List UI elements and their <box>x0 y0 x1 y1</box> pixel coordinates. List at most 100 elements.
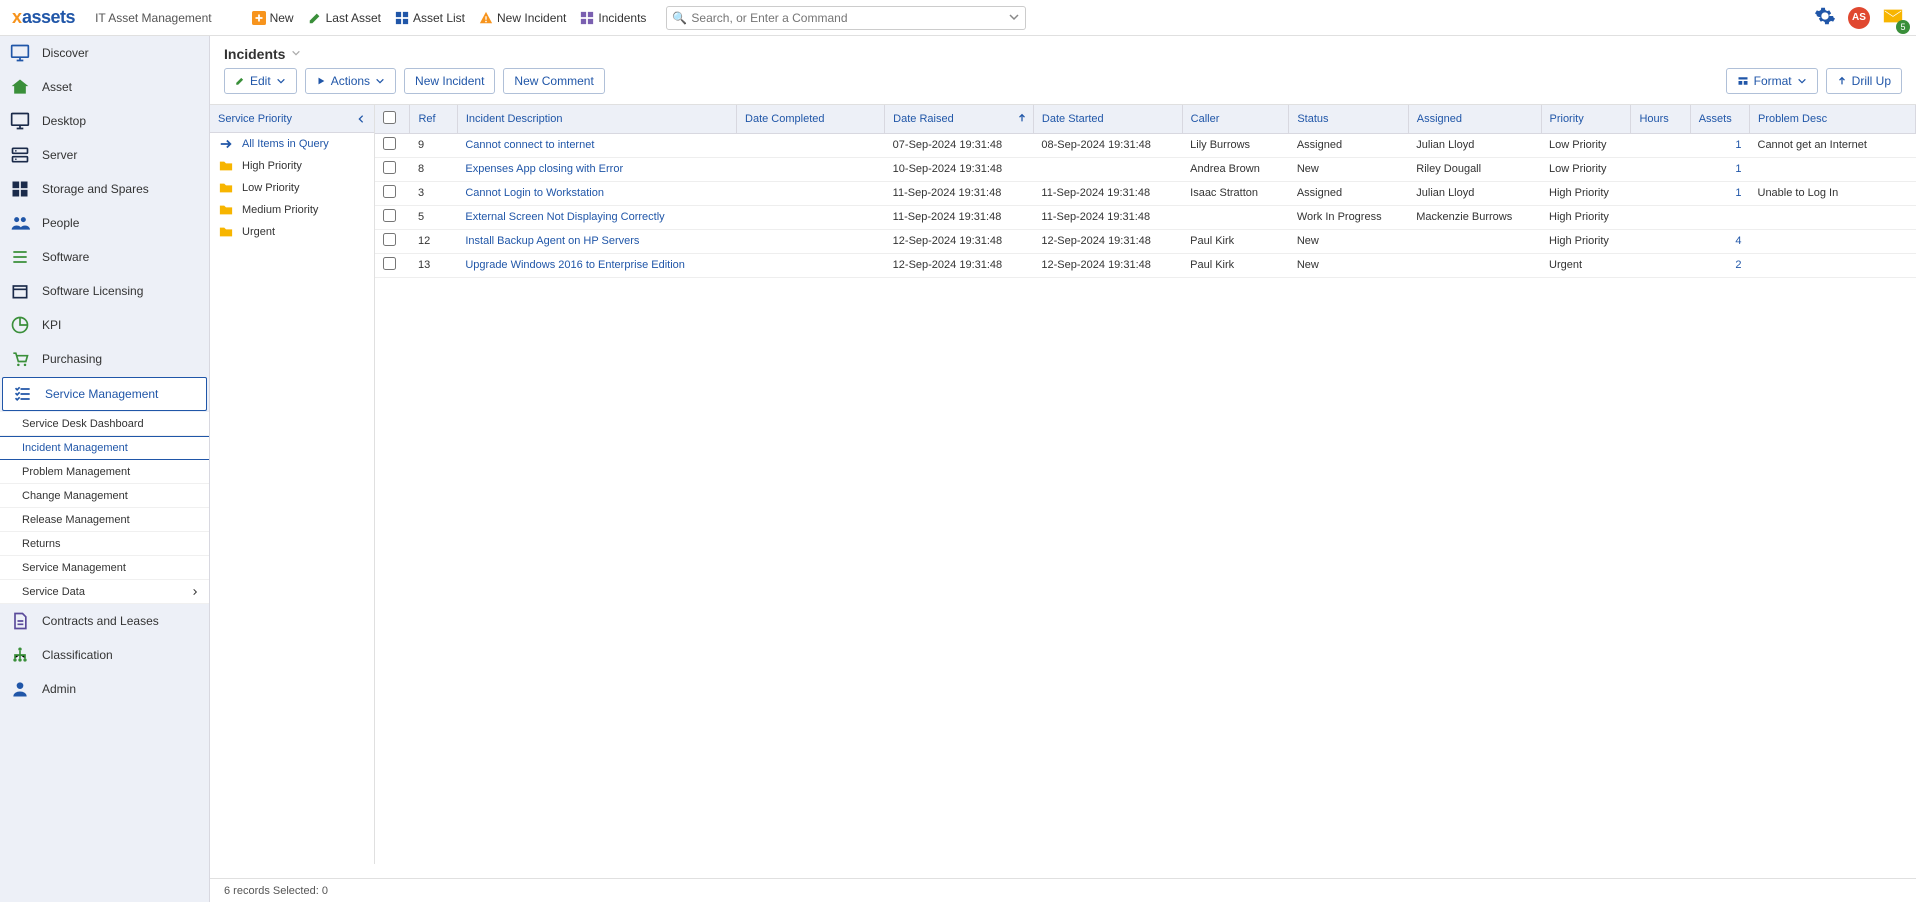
format-button[interactable]: Format <box>1726 68 1818 94</box>
avatar[interactable]: AS <box>1848 7 1870 29</box>
top-action-last-asset[interactable]: Last Asset <box>308 11 381 25</box>
collapse-icon[interactable] <box>356 114 366 124</box>
actions-button[interactable]: Actions <box>305 68 396 94</box>
row-checkbox[interactable] <box>383 209 396 222</box>
cell-description-link[interactable]: Upgrade Windows 2016 to Enterprise Editi… <box>465 259 685 271</box>
sidebar-item-software-licensing[interactable]: Software Licensing <box>0 274 209 308</box>
filter-item-low-priority[interactable]: Low Priority <box>210 177 374 199</box>
column-header-priority[interactable]: Priority <box>1541 105 1631 133</box>
sidebar-sub-problem-management[interactable]: Problem Management <box>0 460 209 484</box>
gear-icon[interactable] <box>1814 5 1836 30</box>
sidebar-item-software[interactable]: Software <box>0 240 209 274</box>
column-header-date-completed[interactable]: Date Completed <box>737 105 885 133</box>
sidebar-sub-service-management[interactable]: Service Management <box>0 556 209 580</box>
filter-header[interactable]: Service Priority <box>210 105 374 133</box>
boxes-icon <box>10 179 30 199</box>
row-checkbox[interactable] <box>383 137 396 150</box>
table-row[interactable]: 12 Install Backup Agent on HP Servers 12… <box>375 229 1916 253</box>
edit-button[interactable]: Edit <box>224 68 297 94</box>
new-comment-button[interactable]: New Comment <box>503 68 604 94</box>
sidebar-sub-release-management[interactable]: Release Management <box>0 508 209 532</box>
column-header-status[interactable]: Status <box>1289 105 1408 133</box>
folder-icon <box>218 203 234 217</box>
cell-completed <box>737 253 885 277</box>
row-checkbox[interactable] <box>383 233 396 246</box>
column-header-hours[interactable]: Hours <box>1631 105 1690 133</box>
horizontal-scrollbar[interactable] <box>210 864 1916 878</box>
page-title-chevron-icon[interactable] <box>291 47 301 61</box>
server-icon <box>10 145 30 165</box>
top-action-label: Incidents <box>598 11 646 25</box>
assets-link[interactable]: 2 <box>1735 259 1741 271</box>
notifications-icon[interactable]: 5 <box>1882 5 1904 30</box>
column-header-caller[interactable]: Caller <box>1182 105 1289 133</box>
assets-link[interactable]: 1 <box>1735 163 1741 175</box>
table-row[interactable]: 3 Cannot Login to Workstation 11-Sep-202… <box>375 181 1916 205</box>
table-row[interactable]: 9 Cannot connect to internet 07-Sep-2024… <box>375 133 1916 157</box>
column-header-incident-description[interactable]: Incident Description <box>457 105 736 133</box>
drill-up-button[interactable]: Drill Up <box>1826 68 1902 94</box>
cell-description-link[interactable]: Install Backup Agent on HP Servers <box>465 235 639 247</box>
table-row[interactable]: 5 External Screen Not Displaying Correct… <box>375 205 1916 229</box>
sidebar-item-storage-and-spares[interactable]: Storage and Spares <box>0 172 209 206</box>
cell-assets: 1 <box>1690 157 1749 181</box>
cell-assigned: Julian Lloyd <box>1408 181 1541 205</box>
filter-item-urgent[interactable]: Urgent <box>210 221 374 243</box>
row-checkbox[interactable] <box>383 185 396 198</box>
sidebar-item-classification[interactable]: Classification <box>0 638 209 672</box>
filter-item-all-items-in-query[interactable]: All Items in Query <box>210 133 374 155</box>
cell-description-link[interactable]: Cannot connect to internet <box>465 139 594 151</box>
top-action-incidents[interactable]: Incidents <box>580 11 646 25</box>
row-checkbox[interactable] <box>383 257 396 270</box>
logo[interactable]: xassets <box>12 7 75 28</box>
sidebar-item-label: Server <box>42 148 77 162</box>
assets-link[interactable]: 4 <box>1735 235 1741 247</box>
cell-completed <box>737 181 885 205</box>
cell-description-link[interactable]: External Screen Not Displaying Correctly <box>465 211 664 223</box>
sidebar-item-kpi[interactable]: KPI <box>0 308 209 342</box>
cell-problem <box>1750 229 1916 253</box>
search-input[interactable] <box>666 6 1026 30</box>
select-all-checkbox[interactable] <box>383 111 396 124</box>
sidebar-item-server[interactable]: Server <box>0 138 209 172</box>
sidebar-sub-service-desk-dashboard[interactable]: Service Desk Dashboard <box>0 412 209 436</box>
assets-link[interactable]: 1 <box>1735 139 1741 151</box>
column-header-assets[interactable]: Assets <box>1690 105 1749 133</box>
sidebar-item-people[interactable]: People <box>0 206 209 240</box>
column-header-date-raised[interactable]: Date Raised <box>885 105 1034 133</box>
sidebar-sub-service-data[interactable]: Service Data <box>0 580 209 604</box>
row-checkbox[interactable] <box>383 161 396 174</box>
column-header-assigned[interactable]: Assigned <box>1408 105 1541 133</box>
table-row[interactable]: 8 Expenses App closing with Error 10-Sep… <box>375 157 1916 181</box>
format-label: Format <box>1754 74 1792 88</box>
sidebar-item-contracts-and-leases[interactable]: Contracts and Leases <box>0 604 209 638</box>
top-action-new[interactable]: New <box>252 11 294 25</box>
new-incident-button[interactable]: New Incident <box>404 68 495 94</box>
sidebar-item-admin[interactable]: Admin <box>0 672 209 706</box>
sidebar-item-discover[interactable]: Discover <box>0 36 209 70</box>
assets-link[interactable]: 1 <box>1735 187 1741 199</box>
sidebar-sub-returns[interactable]: Returns <box>0 532 209 556</box>
filter-item-medium-priority[interactable]: Medium Priority <box>210 199 374 221</box>
sidebar-item-desktop[interactable]: Desktop <box>0 104 209 138</box>
logo-assets: assets <box>22 7 75 28</box>
sidebar-item-purchasing[interactable]: Purchasing <box>0 342 209 376</box>
sidebar-sub-incident-management[interactable]: Incident Management <box>0 436 209 460</box>
checklist-icon <box>13 384 33 404</box>
cell-description-link[interactable]: Expenses App closing with Error <box>465 163 623 175</box>
sidebar-sub-change-management[interactable]: Change Management <box>0 484 209 508</box>
table-row[interactable]: 13 Upgrade Windows 2016 to Enterprise Ed… <box>375 253 1916 277</box>
column-header-checkbox[interactable] <box>375 105 410 133</box>
search-chevron-icon[interactable] <box>1008 11 1020 26</box>
cell-assigned: Riley Dougall <box>1408 157 1541 181</box>
column-header-date-started[interactable]: Date Started <box>1033 105 1182 133</box>
column-header-ref[interactable]: Ref <box>410 105 457 133</box>
sidebar-item-asset[interactable]: Asset <box>0 70 209 104</box>
top-action-asset-list[interactable]: Asset List <box>395 11 465 25</box>
cell-description-link[interactable]: Cannot Login to Workstation <box>465 187 604 199</box>
column-header-problem-desc[interactable]: Problem Desc <box>1750 105 1916 133</box>
filter-item-high-priority[interactable]: High Priority <box>210 155 374 177</box>
top-action-new-incident[interactable]: New Incident <box>479 11 566 25</box>
sidebar-item-service-management[interactable]: Service Management <box>2 377 207 411</box>
cell-priority: High Priority <box>1541 229 1631 253</box>
